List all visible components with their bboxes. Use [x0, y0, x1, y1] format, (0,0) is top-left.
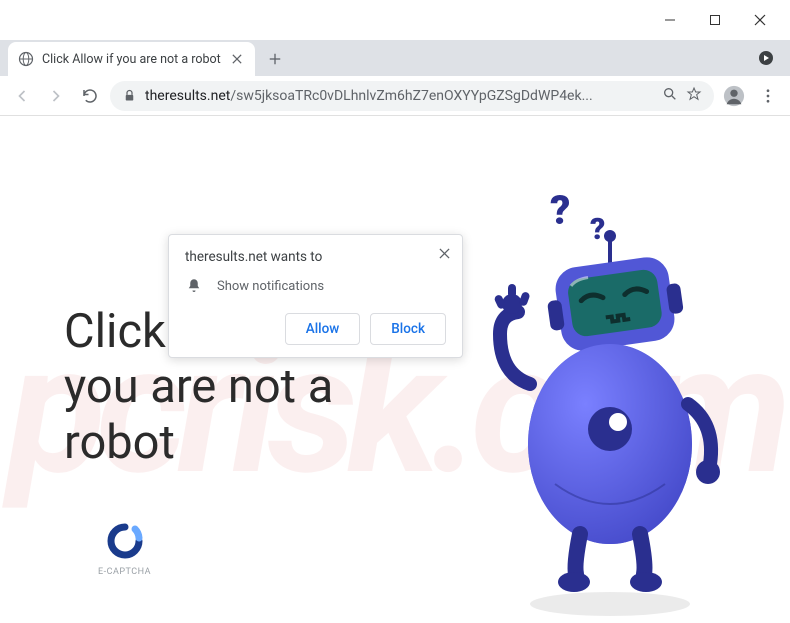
url-text: theresults.net/sw5jksoaTRc0vDLhnlvZm6hZ7… — [145, 88, 654, 104]
address-bar[interactable]: theresults.net/sw5jksoaTRc0vDLhnlvZm6hZ7… — [110, 81, 714, 111]
bell-icon — [185, 277, 203, 295]
forward-button[interactable] — [42, 82, 70, 110]
page-content: pcrisk.com theresults.net wants to Show … — [0, 116, 790, 623]
tab-title: Click Allow if you are not a robot — [42, 52, 221, 67]
window-close-button[interactable] — [737, 5, 782, 35]
question-mark-icon: ? — [590, 212, 605, 247]
reload-button[interactable] — [76, 82, 104, 110]
window-maximize-button[interactable] — [692, 5, 737, 35]
block-button[interactable]: Block — [370, 313, 446, 345]
lock-icon[interactable] — [122, 88, 137, 103]
popup-title: theresults.net wants to — [185, 249, 446, 265]
tab-strip: Click Allow if you are not a robot — [0, 40, 790, 76]
globe-icon — [18, 51, 34, 67]
menu-button[interactable] — [754, 82, 782, 110]
new-tab-button[interactable] — [261, 45, 289, 73]
allow-button[interactable]: Allow — [285, 313, 361, 345]
zoom-icon[interactable] — [662, 86, 678, 106]
media-indicator-icon[interactable] — [754, 46, 778, 70]
captcha-logo-icon — [105, 521, 145, 561]
popup-permission-label: Show notifications — [217, 279, 324, 294]
window-minimize-button[interactable] — [647, 5, 692, 35]
back-button[interactable] — [8, 82, 36, 110]
browser-toolbar: theresults.net/sw5jksoaTRc0vDLhnlvZm6hZ7… — [0, 76, 790, 116]
popup-close-button[interactable] — [436, 245, 452, 261]
robot-illustration: ? ? — [470, 184, 750, 623]
captcha-brand: E-CAPTCHA — [98, 521, 151, 577]
question-mark-icon: ? — [550, 187, 570, 234]
tab-close-button[interactable] — [229, 51, 245, 67]
bookmark-star-icon[interactable] — [686, 86, 702, 106]
captcha-brand-text: E-CAPTCHA — [98, 567, 151, 577]
notification-permission-popup: theresults.net wants to Show notificatio… — [168, 234, 463, 358]
window-titlebar — [0, 0, 790, 40]
profile-avatar-button[interactable] — [720, 82, 748, 110]
browser-tab[interactable]: Click Allow if you are not a robot — [8, 42, 255, 76]
